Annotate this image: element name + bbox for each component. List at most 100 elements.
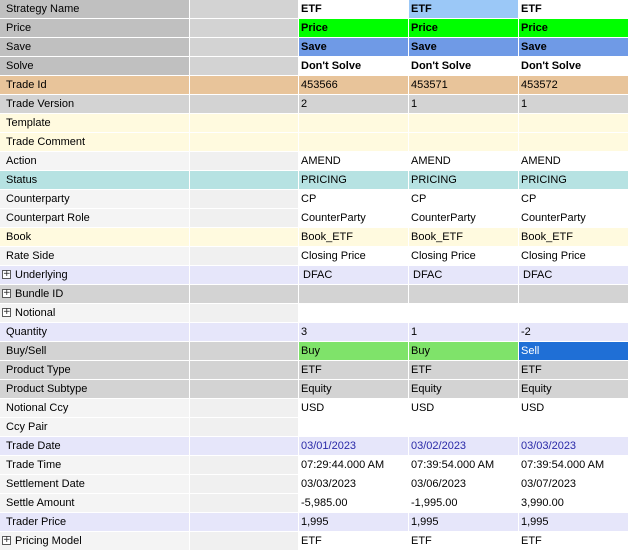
book-cell-1[interactable]: Book_ETF	[299, 228, 409, 246]
template-cell-1[interactable]	[299, 114, 409, 132]
row-trade-time: Trade Time 07:29:44.000 AM 07:39:54.000 AM…	[0, 456, 629, 475]
save-cell-1[interactable]: Save	[299, 38, 409, 56]
book-cell-3[interactable]: Book_ETF	[519, 228, 629, 246]
notional-ccy-cell-2[interactable]: USD	[409, 399, 519, 417]
spacer-cell	[190, 171, 299, 189]
book-cell-2[interactable]: Book_ETF	[409, 228, 519, 246]
bundle-id-cell-3[interactable]	[519, 285, 629, 303]
buy-sell-cell-3[interactable]: Sell	[519, 342, 629, 360]
status-cell-2[interactable]: PRICING	[409, 171, 519, 189]
solve-cell-2[interactable]: Don't Solve	[409, 57, 519, 75]
trade-time-cell-3[interactable]: 07:39:54.000 AM	[519, 456, 629, 474]
ccy-pair-cell-1[interactable]	[299, 418, 409, 436]
save-cell-3[interactable]: Save	[519, 38, 629, 56]
pricing-model-cell-3[interactable]: ETF	[519, 532, 629, 550]
solve-cell-1[interactable]: Don't Solve	[299, 57, 409, 75]
rate-side-cell-3[interactable]: Closing Price	[519, 247, 629, 265]
rate-side-cell-1[interactable]: Closing Price	[299, 247, 409, 265]
quantity-cell-2[interactable]: 1	[409, 323, 519, 341]
expand-bundle-id-icon[interactable]: +	[2, 288, 11, 298]
ccy-pair-cell-2[interactable]	[409, 418, 519, 436]
trade-id-cell-1[interactable]: 453566	[299, 76, 409, 94]
trade-date-cell-3[interactable]: 03/03/2023	[519, 437, 629, 455]
product-subtype-cell-1[interactable]: Equity	[299, 380, 409, 398]
buy-sell-cell-2[interactable]: Buy	[409, 342, 519, 360]
settle-amount-cell-2[interactable]: -1,995.00	[409, 494, 519, 512]
underlying-cell-2[interactable]: DFAC	[409, 266, 519, 284]
trade-time-cell-2[interactable]: 07:39:54.000 AM	[409, 456, 519, 474]
save-cell-2[interactable]: Save	[409, 38, 519, 56]
notional-cell-3[interactable]	[519, 304, 629, 322]
price-cell-1[interactable]: Price	[299, 19, 409, 37]
status-cell-1[interactable]: PRICING	[299, 171, 409, 189]
quantity-cell-1[interactable]: 3	[299, 323, 409, 341]
counterpart-role-cell-3[interactable]: CounterParty	[519, 209, 629, 227]
trader-price-cell-3[interactable]: 1,995	[519, 513, 629, 531]
counterpart-role-cell-2[interactable]: CounterParty	[409, 209, 519, 227]
price-cell-3[interactable]: Price	[519, 19, 629, 37]
trade-id-cell-2[interactable]: 453571	[409, 76, 519, 94]
solve-cell-3[interactable]: Don't Solve	[519, 57, 629, 75]
notional-ccy-cell-1[interactable]: USD	[299, 399, 409, 417]
underlying-cell-1[interactable]: DFAC	[299, 266, 409, 284]
expand-pricing-model-icon[interactable]: +	[2, 535, 11, 545]
settlement-date-cell-1[interactable]: 03/03/2023	[299, 475, 409, 493]
row-counterparty: Counterparty CP CP CP	[0, 190, 629, 209]
price-cell-2[interactable]: Price	[409, 19, 519, 37]
row-label-status: Status	[0, 171, 190, 189]
trade-comment-cell-3[interactable]	[519, 133, 629, 151]
row-label-counterparty: Counterparty	[0, 190, 190, 208]
bundle-id-cell-2[interactable]	[409, 285, 519, 303]
row-label-text: Buy/Sell	[6, 345, 47, 357]
buy-sell-cell-1[interactable]: Buy	[299, 342, 409, 360]
action-cell-1[interactable]: AMEND	[299, 152, 409, 170]
trade-date-cell-1[interactable]: 03/01/2023	[299, 437, 409, 455]
notional-cell-2[interactable]	[409, 304, 519, 322]
notional-cell-1[interactable]	[299, 304, 409, 322]
settle-amount-cell-3[interactable]: 3,990.00	[519, 494, 629, 512]
row-notional: + Notional	[0, 304, 629, 323]
product-subtype-cell-3[interactable]: Equity	[519, 380, 629, 398]
pricing-model-cell-2[interactable]: ETF	[409, 532, 519, 550]
rate-side-cell-2[interactable]: Closing Price	[409, 247, 519, 265]
trade-comment-cell-1[interactable]	[299, 133, 409, 151]
bundle-id-cell-1[interactable]	[299, 285, 409, 303]
trade-time-cell-1[interactable]: 07:29:44.000 AM	[299, 456, 409, 474]
trader-price-cell-2[interactable]: 1,995	[409, 513, 519, 531]
underlying-cell-3[interactable]: DFAC	[519, 266, 629, 284]
row-label-trade-date: Trade Date	[0, 437, 190, 455]
trade-id-cell-3[interactable]: 453572	[519, 76, 629, 94]
expand-notional-icon[interactable]: +	[2, 307, 11, 317]
product-subtype-cell-2[interactable]: Equity	[409, 380, 519, 398]
quantity-cell-3[interactable]: -2	[519, 323, 629, 341]
product-type-cell-2[interactable]: ETF	[409, 361, 519, 379]
pricing-model-cell-1[interactable]: ETF	[299, 532, 409, 550]
row-label-text: Trade Version	[6, 98, 75, 110]
expand-underlying-icon[interactable]: +	[2, 269, 11, 279]
notional-ccy-cell-3[interactable]: USD	[519, 399, 629, 417]
row-underlying: + Underlying DFAC DFAC DFAC	[0, 266, 629, 285]
row-label-text: Settle Amount	[6, 497, 75, 509]
counterpart-role-cell-1[interactable]: CounterParty	[299, 209, 409, 227]
row-label-text: Counterparty	[6, 193, 70, 205]
product-type-cell-3[interactable]: ETF	[519, 361, 629, 379]
trader-price-cell-1[interactable]: 1,995	[299, 513, 409, 531]
trade-date-cell-2[interactable]: 03/02/2023	[409, 437, 519, 455]
ccy-pair-cell-3[interactable]	[519, 418, 629, 436]
status-cell-3[interactable]: PRICING	[519, 171, 629, 189]
template-cell-3[interactable]	[519, 114, 629, 132]
template-cell-2[interactable]	[409, 114, 519, 132]
counterparty-cell-1[interactable]: CP	[299, 190, 409, 208]
counterparty-cell-2[interactable]: CP	[409, 190, 519, 208]
product-type-cell-1[interactable]: ETF	[299, 361, 409, 379]
action-cell-2[interactable]: AMEND	[409, 152, 519, 170]
trade-comment-cell-2[interactable]	[409, 133, 519, 151]
action-cell-3[interactable]: AMEND	[519, 152, 629, 170]
settlement-date-cell-2[interactable]: 03/06/2023	[409, 475, 519, 493]
counterparty-cell-3[interactable]: CP	[519, 190, 629, 208]
settlement-date-cell-3[interactable]: 03/07/2023	[519, 475, 629, 493]
row-label-text: Action	[6, 155, 37, 167]
row-book: Book Book_ETF Book_ETF Book_ETF	[0, 228, 629, 247]
spacer-cell	[190, 76, 299, 94]
settle-amount-cell-1[interactable]: -5,985.00	[299, 494, 409, 512]
